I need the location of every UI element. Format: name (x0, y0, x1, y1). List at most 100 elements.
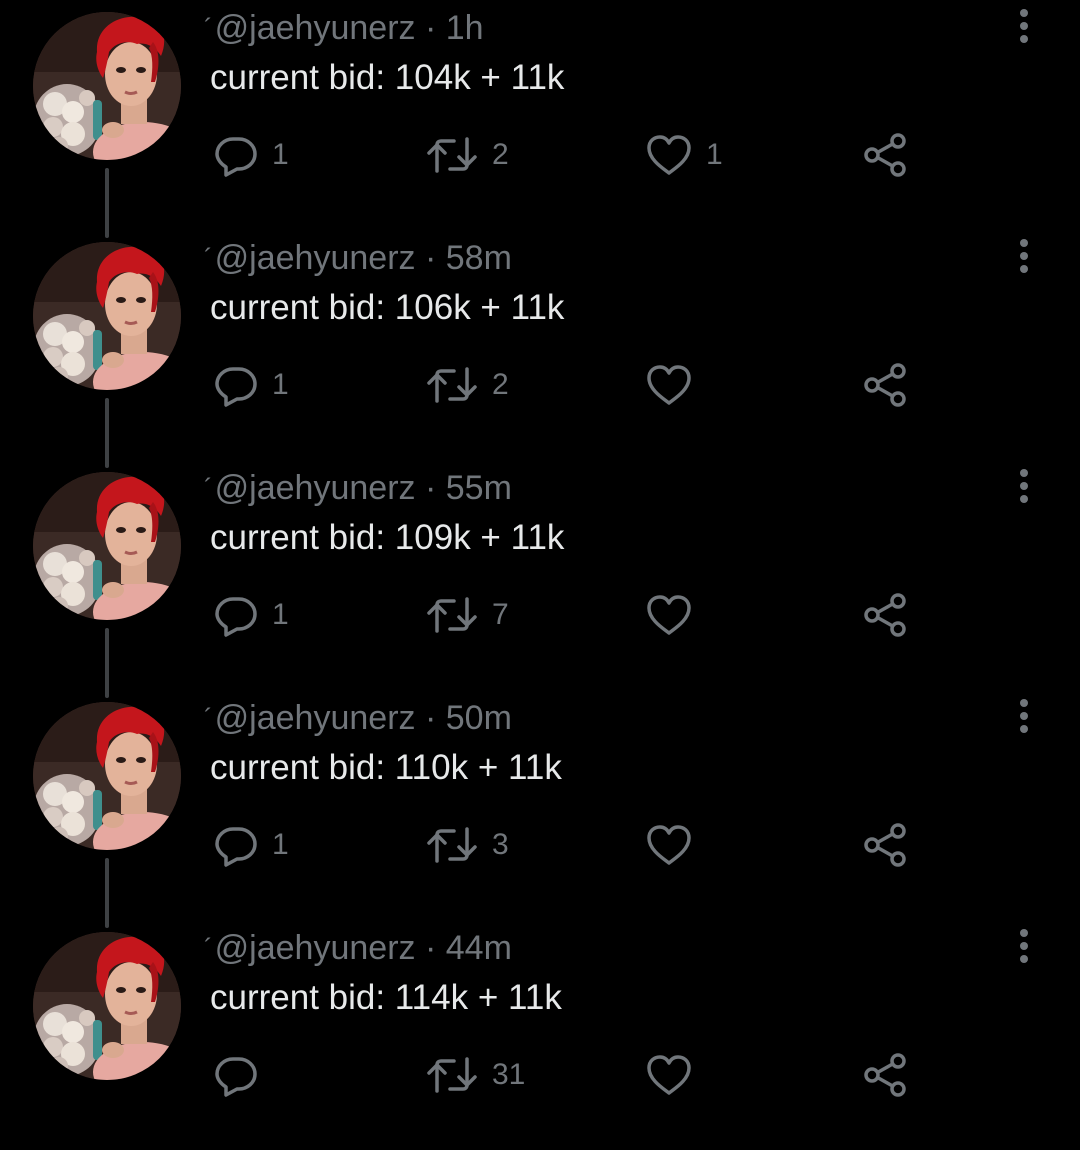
thread-connector-line (105, 168, 109, 238)
more-vertical-icon (1019, 929, 1029, 963)
handle-accent-mark: ´ (204, 13, 213, 43)
retweet-count: 3 (492, 828, 509, 861)
tweet-header: ´@jaehyunerz · 1h (204, 6, 484, 50)
user-handle[interactable]: @jaehyunerz (215, 239, 416, 277)
tweet-header: ´@jaehyunerz · 44m (204, 926, 512, 970)
heart-icon (646, 1053, 692, 1097)
header-separator: · (424, 239, 437, 277)
retweet-button[interactable]: 7 (426, 592, 509, 638)
reply-button[interactable]: 1 (214, 132, 289, 178)
reply-button[interactable]: 1 (214, 362, 289, 408)
reply-count: 1 (272, 828, 289, 861)
header-separator: · (424, 469, 437, 507)
reply-count: 1 (272, 368, 289, 401)
tweet-header: ´@jaehyunerz · 58m (204, 236, 512, 280)
user-handle[interactable]: @jaehyunerz (215, 469, 416, 507)
tweet-header: ´@jaehyunerz · 55m (204, 466, 512, 510)
tweet-thread: ´@jaehyunerz · 1h current bid: 104k + 11… (0, 0, 1080, 1126)
avatar[interactable] (33, 932, 181, 1080)
reply-icon (214, 593, 258, 637)
avatar[interactable] (33, 12, 181, 160)
reply-count: 1 (272, 138, 289, 171)
tweet-text: current bid: 104k + 11k (210, 58, 565, 97)
like-button[interactable]: 1 (646, 132, 723, 178)
more-options-button[interactable] (1004, 696, 1044, 736)
share-icon (862, 1052, 908, 1098)
heart-icon (646, 593, 692, 637)
retweet-count: 2 (492, 368, 509, 401)
avatar[interactable] (33, 472, 181, 620)
user-handle[interactable]: @jaehyunerz (215, 9, 416, 47)
like-button[interactable] (646, 362, 706, 408)
thread-connector-line (105, 858, 109, 928)
retweet-button[interactable]: 3 (426, 822, 509, 868)
tweet[interactable]: ´@jaehyunerz · 50m current bid: 110k + 1… (0, 690, 1080, 928)
share-button[interactable] (862, 362, 908, 408)
more-options-button[interactable] (1004, 926, 1044, 966)
heart-icon (646, 133, 692, 177)
share-button[interactable] (862, 822, 908, 868)
tweet-text: current bid: 114k + 11k (210, 978, 562, 1017)
like-count: 1 (706, 138, 723, 171)
tweet[interactable]: ´@jaehyunerz · 1h current bid: 104k + 11… (0, 0, 1080, 238)
avatar[interactable] (33, 702, 181, 850)
heart-icon (646, 363, 692, 407)
thread-connector-line (105, 398, 109, 468)
share-button[interactable] (862, 592, 908, 638)
handle-accent-mark: ´ (204, 473, 213, 503)
reply-button[interactable]: 1 (214, 592, 289, 638)
retweet-button[interactable]: 2 (426, 362, 509, 408)
handle-accent-mark: ´ (204, 933, 213, 963)
header-separator: · (424, 929, 437, 967)
handle-accent-mark: ´ (204, 703, 213, 733)
reply-count: 1 (272, 598, 289, 631)
retweet-count: 7 (492, 598, 509, 631)
user-handle[interactable]: @jaehyunerz (215, 929, 416, 967)
tweet-timestamp[interactable]: 58m (446, 239, 512, 277)
share-icon (862, 362, 908, 408)
thread-connector-line (105, 628, 109, 698)
reply-button[interactable]: 1 (214, 822, 289, 868)
tweet[interactable]: ´@jaehyunerz · 55m current bid: 109k + 1… (0, 460, 1080, 698)
retweet-icon (426, 823, 478, 867)
share-button[interactable] (862, 1052, 908, 1098)
share-button[interactable] (862, 132, 908, 178)
retweet-icon (426, 133, 478, 177)
share-icon (862, 822, 908, 868)
like-button[interactable] (646, 822, 706, 868)
tweet[interactable]: ´@jaehyunerz · 44m current bid: 114k + 1… (0, 920, 1080, 1150)
reply-icon (214, 133, 258, 177)
more-options-button[interactable] (1004, 6, 1044, 46)
tweet[interactable]: ´@jaehyunerz · 58m current bid: 106k + 1… (0, 230, 1080, 468)
heart-icon (646, 823, 692, 867)
reply-button[interactable] (214, 1052, 272, 1098)
tweet-timestamp[interactable]: 55m (446, 469, 512, 507)
tweet-timestamp[interactable]: 50m (446, 699, 512, 737)
header-separator: · (424, 699, 437, 737)
share-icon (862, 592, 908, 638)
more-vertical-icon (1019, 9, 1029, 43)
reply-icon (214, 363, 258, 407)
retweet-icon (426, 593, 478, 637)
tweet-timestamp[interactable]: 1h (446, 9, 484, 47)
tweet-timestamp[interactable]: 44m (446, 929, 512, 967)
like-button[interactable] (646, 592, 706, 638)
retweet-count: 31 (492, 1058, 526, 1091)
like-button[interactable] (646, 1052, 706, 1098)
retweet-button[interactable]: 2 (426, 132, 509, 178)
more-vertical-icon (1019, 239, 1029, 273)
more-vertical-icon (1019, 699, 1029, 733)
share-icon (862, 132, 908, 178)
more-options-button[interactable] (1004, 466, 1044, 506)
user-handle[interactable]: @jaehyunerz (215, 699, 416, 737)
avatar[interactable] (33, 242, 181, 390)
tweet-header: ´@jaehyunerz · 50m (204, 696, 512, 740)
retweet-count: 2 (492, 138, 509, 171)
more-options-button[interactable] (1004, 236, 1044, 276)
retweet-button[interactable]: 31 (426, 1052, 525, 1098)
tweet-text: current bid: 110k + 11k (210, 748, 562, 787)
retweet-icon (426, 1053, 478, 1097)
reply-icon (214, 823, 258, 867)
tweet-text: current bid: 106k + 11k (210, 288, 565, 327)
header-separator: · (424, 9, 437, 47)
